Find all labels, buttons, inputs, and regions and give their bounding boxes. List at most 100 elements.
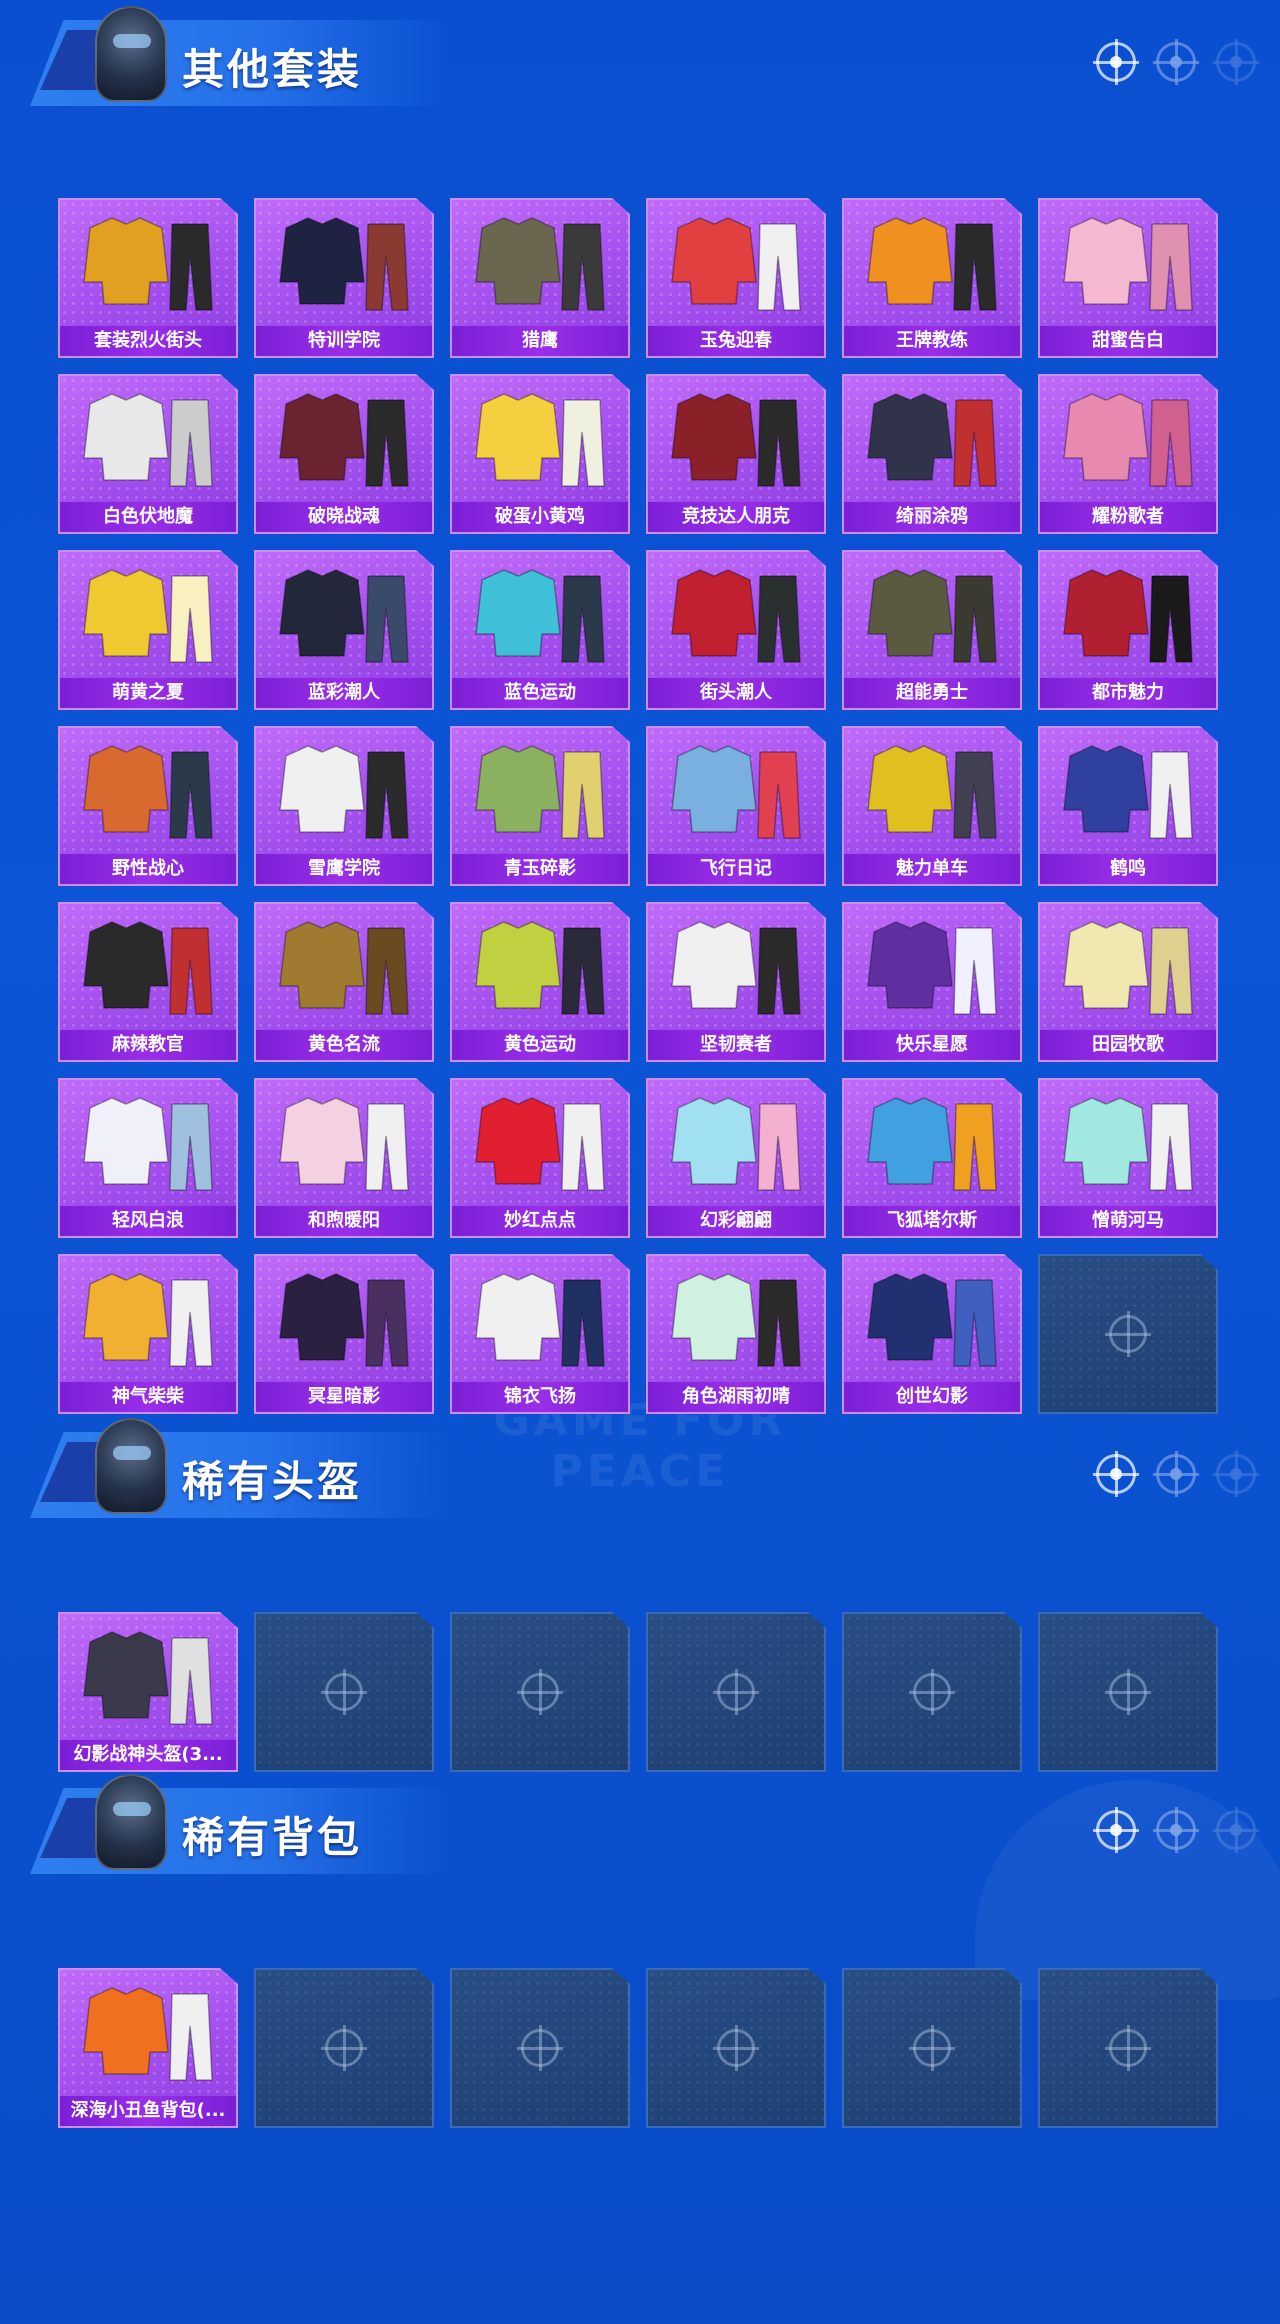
item-card[interactable]: 街头潮人	[646, 550, 826, 710]
crosshair-icon	[713, 1669, 759, 1715]
item-card[interactable]: 绮丽涂鸦	[842, 374, 1022, 534]
crosshair-icon	[1093, 39, 1139, 85]
item-image	[1063, 217, 1193, 311]
crosshair-icon	[1093, 1451, 1139, 1497]
item-image	[83, 393, 213, 487]
item-name-label: 角色湖雨初晴	[648, 1382, 824, 1412]
item-name-label: 破蛋小黄鸡	[452, 502, 628, 532]
item-card[interactable]: 幻影战神头盔(3...	[58, 1612, 238, 1772]
item-name-label: 幻彩翩翩	[648, 1206, 824, 1236]
item-card[interactable]: 黄色运动	[450, 902, 630, 1062]
item-card[interactable]: 魅力单车	[842, 726, 1022, 886]
crosshair-icon	[1105, 1311, 1151, 1357]
item-card[interactable]: 都市魅力	[1038, 550, 1218, 710]
crosshair-icon	[321, 1669, 367, 1715]
item-image	[83, 745, 213, 839]
item-card[interactable]: 甜蜜告白	[1038, 198, 1218, 358]
crosshair-icon	[1213, 1451, 1259, 1497]
item-card[interactable]: 黄色名流	[254, 902, 434, 1062]
item-name-label: 深海小丑鱼背包(...	[60, 2096, 236, 2126]
item-card[interactable]: 快乐星愿	[842, 902, 1022, 1062]
item-card[interactable]: 蓝色运动	[450, 550, 630, 710]
crosshair-icon	[1153, 39, 1199, 85]
item-card[interactable]: 竞技达人朋克	[646, 374, 826, 534]
crosshair-icon	[1213, 39, 1259, 85]
item-name-label: 冥星暗影	[256, 1382, 432, 1412]
item-image	[475, 569, 605, 663]
item-image	[671, 217, 801, 311]
item-card[interactable]: 冥星暗影	[254, 1254, 434, 1414]
item-card[interactable]: 坚韧赛者	[646, 902, 826, 1062]
item-card[interactable]: 蓝彩潮人	[254, 550, 434, 710]
empty-slot	[1038, 1612, 1218, 1772]
item-image	[83, 217, 213, 311]
section-title: 稀有背包	[182, 1813, 363, 1862]
item-card[interactable]: 特训学院	[254, 198, 434, 358]
item-card[interactable]: 妙红点点	[450, 1078, 630, 1238]
item-name-label: 神气柴柴	[60, 1382, 236, 1412]
item-card[interactable]: 角色湖雨初晴	[646, 1254, 826, 1414]
item-grid: 套装烈火街头 特训学院 猎鹰 玉兔迎春 王牌教练 甜蜜告白白色伏地魔 破晓战魂 破蛋小黄鸡 竞技…	[58, 198, 1218, 1414]
item-card[interactable]: 野性战心	[58, 726, 238, 886]
item-card[interactable]: 飞狐塔尔斯	[842, 1078, 1022, 1238]
item-name-label: 憎萌河马	[1040, 1206, 1216, 1236]
item-grid: 幻影战神头盔(3...	[58, 1612, 1218, 1772]
item-card[interactable]: 和煦暖阳	[254, 1078, 434, 1238]
item-name-label: 鹤鸣	[1040, 854, 1216, 884]
item-name-label: 锦衣飞扬	[452, 1382, 628, 1412]
item-image	[671, 393, 801, 487]
item-name-label: 白色伏地魔	[60, 502, 236, 532]
item-name-label: 黄色名流	[256, 1030, 432, 1060]
item-image	[83, 1631, 213, 1725]
item-image	[279, 921, 409, 1015]
item-card[interactable]: 深海小丑鱼背包(...	[58, 1968, 238, 2128]
item-image	[867, 921, 997, 1015]
item-card[interactable]: 锦衣飞扬	[450, 1254, 630, 1414]
item-card[interactable]: 田园牧歌	[1038, 902, 1218, 1062]
item-card[interactable]: 鹤鸣	[1038, 726, 1218, 886]
crosshair-icon	[909, 1669, 955, 1715]
crosshair-icon	[713, 2025, 759, 2071]
item-card[interactable]: 飞行日记	[646, 726, 826, 886]
item-card[interactable]: 王牌教练	[842, 198, 1022, 358]
empty-slot	[254, 1968, 434, 2128]
item-card[interactable]: 玉兔迎春	[646, 198, 826, 358]
item-card[interactable]: 创世幻影	[842, 1254, 1022, 1414]
item-image	[671, 569, 801, 663]
item-name-label: 萌黄之夏	[60, 678, 236, 708]
item-image	[83, 569, 213, 663]
item-card[interactable]: 幻彩翩翩	[646, 1078, 826, 1238]
item-name-label: 创世幻影	[844, 1382, 1020, 1412]
item-name-label: 麻辣教官	[60, 1030, 236, 1060]
item-name-label: 妙红点点	[452, 1206, 628, 1236]
item-card[interactable]: 耀粉歌者	[1038, 374, 1218, 534]
item-name-label: 田园牧歌	[1040, 1030, 1216, 1060]
item-image	[671, 745, 801, 839]
item-card[interactable]: 神气柴柴	[58, 1254, 238, 1414]
crosshair-icon	[517, 2025, 563, 2071]
item-card[interactable]: 白色伏地魔	[58, 374, 238, 534]
item-card[interactable]: 猎鹰	[450, 198, 630, 358]
item-card[interactable]: 萌黄之夏	[58, 550, 238, 710]
crosshair-icon	[909, 2025, 955, 2071]
item-card[interactable]: 破蛋小黄鸡	[450, 374, 630, 534]
item-name-label: 雪鹰学院	[256, 854, 432, 884]
mascot-avatar	[95, 1774, 167, 1870]
item-card[interactable]: 轻风白浪	[58, 1078, 238, 1238]
item-image	[279, 1097, 409, 1191]
item-card[interactable]: 憎萌河马	[1038, 1078, 1218, 1238]
item-card[interactable]: 麻辣教官	[58, 902, 238, 1062]
item-card[interactable]: 雪鹰学院	[254, 726, 434, 886]
item-image	[867, 393, 997, 487]
item-image	[671, 1097, 801, 1191]
item-card[interactable]: 破晓战魂	[254, 374, 434, 534]
item-name-label: 黄色运动	[452, 1030, 628, 1060]
empty-slot	[254, 1612, 434, 1772]
item-card[interactable]: 套装烈火街头	[58, 198, 238, 358]
item-name-label: 耀粉歌者	[1040, 502, 1216, 532]
item-card[interactable]: 超能勇士	[842, 550, 1022, 710]
item-image	[279, 393, 409, 487]
crosshair-icon	[1105, 1669, 1151, 1715]
item-card[interactable]: 青玉碎影	[450, 726, 630, 886]
item-name-label: 坚韧赛者	[648, 1030, 824, 1060]
